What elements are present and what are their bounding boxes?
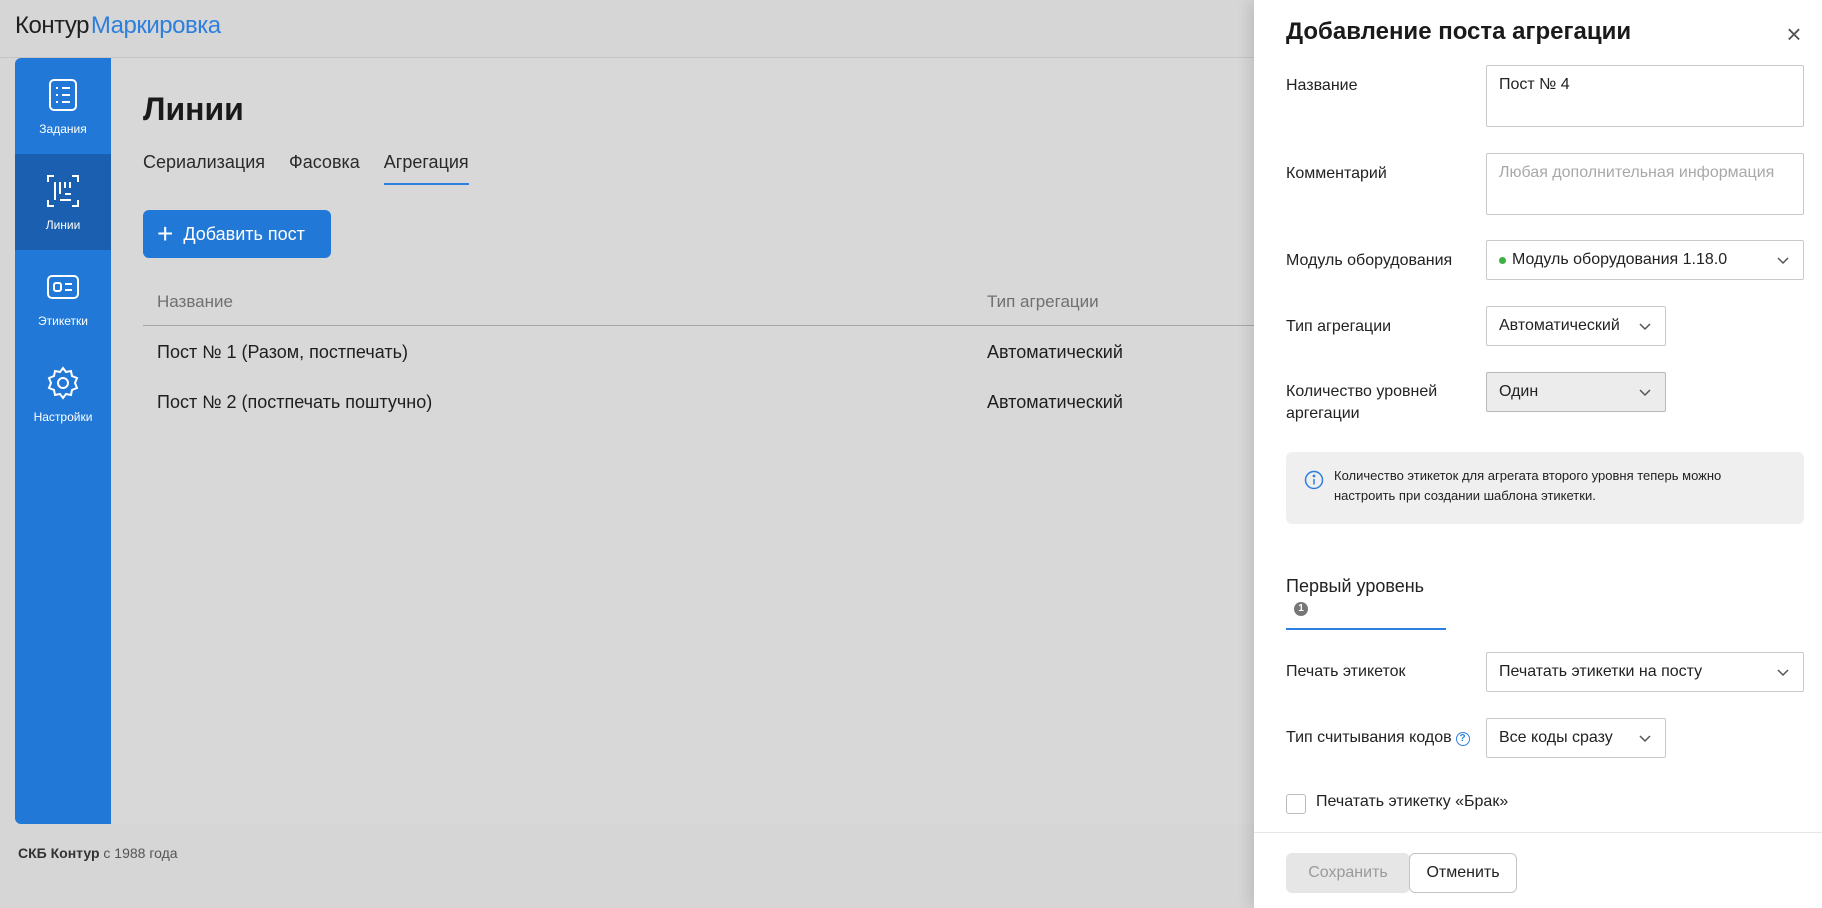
plus-icon: + (157, 218, 174, 249)
panel-title: Добавление поста агрегации (1286, 18, 1632, 45)
levels-label-line2: аргегации (1286, 405, 1360, 422)
footer-since: с 1988 года (103, 845, 178, 861)
posts-table: Название Тип агрегации Пост № 1 (Разом, … (143, 278, 1261, 438)
scan-type-value: Все коды сразу (1499, 729, 1613, 746)
scan-label-text: Тип считывания кодов (1286, 729, 1452, 746)
defect-label-checkbox-label[interactable]: Печатать этикетку «Брак» (1316, 793, 1508, 811)
tasks-icon (49, 79, 77, 111)
cancel-button[interactable]: Отменить (1409, 853, 1517, 893)
print-select[interactable]: Печатать этикетки на посту (1486, 652, 1804, 692)
module-select[interactable]: Модуль оборудования 1.18.0 (1486, 240, 1804, 280)
name-input[interactable]: Пост № 4 (1486, 65, 1804, 127)
app-logo[interactable]: КонтурМаркировка (15, 12, 221, 40)
close-icon[interactable]: × (1782, 21, 1806, 47)
defect-label-checkbox[interactable] (1286, 794, 1306, 814)
info-notice: Количество этикеток для агрегата второго… (1286, 452, 1804, 524)
scan-type-label: Тип считывания кодов? (1286, 727, 1470, 749)
table-row[interactable]: Пост № 1 (Разом, постпечать) Автоматичес… (143, 326, 1261, 382)
panel-footer: Сохранить Отменить (1254, 832, 1822, 908)
post-type: Автоматический (987, 392, 1123, 412)
table-header: Название Тип агрегации (143, 278, 1261, 326)
tab-first-level[interactable]: Первый уровень 1 (1286, 576, 1446, 630)
scan-type-select[interactable]: Все коды сразу (1486, 718, 1666, 758)
levels-label: Количество уровней аргегации (1286, 381, 1437, 425)
logo-markirovka: Маркировка (90, 12, 221, 39)
comment-label: Комментарий (1286, 165, 1387, 182)
sidebar-item-labels[interactable]: Этикетки (15, 250, 111, 346)
module-value: Модуль оборудования 1.18.0 (1512, 251, 1728, 268)
chevron-down-icon (1639, 735, 1651, 743)
tab-packing[interactable]: Фасовка (289, 152, 360, 185)
sidebar-item-label: Линии (45, 218, 81, 232)
chevron-down-icon (1777, 669, 1789, 677)
page-title: Линии (143, 91, 244, 127)
levels-label-line1: Количество уровней (1286, 383, 1438, 400)
tab-aggregation[interactable]: Агрегация (383, 152, 469, 185)
gear-icon (47, 366, 79, 400)
chevron-down-icon (1777, 257, 1789, 265)
post-name: Пост № 2 (постпечать поштучно) (157, 392, 433, 412)
logo-kontur: Контур (15, 12, 89, 39)
chevron-down-icon (1639, 323, 1651, 331)
sidebar-item-settings[interactable]: Настройки (15, 346, 111, 442)
level-tab-label: Первый уровень (1286, 576, 1425, 596)
help-icon[interactable]: ? (1455, 732, 1470, 746)
add-post-label: Добавить пост (183, 223, 305, 244)
name-label: Название (1286, 77, 1358, 94)
module-label: Модуль оборудования (1286, 252, 1453, 269)
agg-type-label: Тип агрегации (1286, 318, 1392, 335)
column-aggregation-type[interactable]: Тип агрегации (987, 292, 1099, 312)
chevron-down-icon (1639, 389, 1651, 397)
table-row[interactable]: Пост № 2 (постпечать поштучно) Автоматич… (143, 382, 1261, 438)
info-text: Количество этикеток для агрегата второго… (1334, 468, 1722, 503)
sidebar-item-label: Настройки (33, 410, 93, 424)
agg-type-value: Автоматический (1499, 317, 1620, 334)
sidebar-item-lines[interactable]: Линии (15, 154, 111, 250)
barcode-lines-icon (47, 175, 79, 207)
footer-company: СКБ Контур (18, 845, 100, 861)
status-dot (1499, 256, 1506, 264)
sidebar-item-tasks[interactable]: Задания (15, 58, 111, 154)
footer: СКБ Контур с 1988 года (18, 845, 178, 861)
levels-value: Один (1499, 383, 1539, 400)
sidebar-item-label: Задания (39, 122, 87, 136)
level-badge: 1 (1294, 602, 1308, 616)
add-post-button[interactable]: + Добавить пост (143, 210, 331, 258)
save-button[interactable]: Сохранить (1286, 853, 1410, 893)
levels-select[interactable]: Один (1486, 372, 1666, 412)
post-name: Пост № 1 (Разом, постпечать) (157, 342, 408, 362)
add-aggregation-post-panel: Добавление поста агрегации × Название По… (1254, 0, 1822, 908)
sidebar: Задания Линии Этикетки Настройки (15, 58, 111, 824)
sidebar-item-label: Этикетки (38, 314, 88, 328)
print-label: Печать этикеток (1286, 663, 1406, 680)
tabs: Сериализация Фасовка Агрегация (143, 152, 493, 185)
agg-type-select[interactable]: Автоматический (1486, 306, 1666, 346)
main-content: Линии Сериализация Фасовка Агрегация + Д… (111, 58, 1261, 824)
post-type: Автоматический (987, 342, 1123, 362)
column-name[interactable]: Название (157, 292, 233, 312)
info-icon (1304, 470, 1324, 490)
tab-serialization[interactable]: Сериализация (143, 152, 265, 185)
label-icon (47, 275, 79, 299)
print-value: Печатать этикетки на посту (1499, 663, 1703, 680)
comment-input[interactable] (1486, 153, 1804, 215)
